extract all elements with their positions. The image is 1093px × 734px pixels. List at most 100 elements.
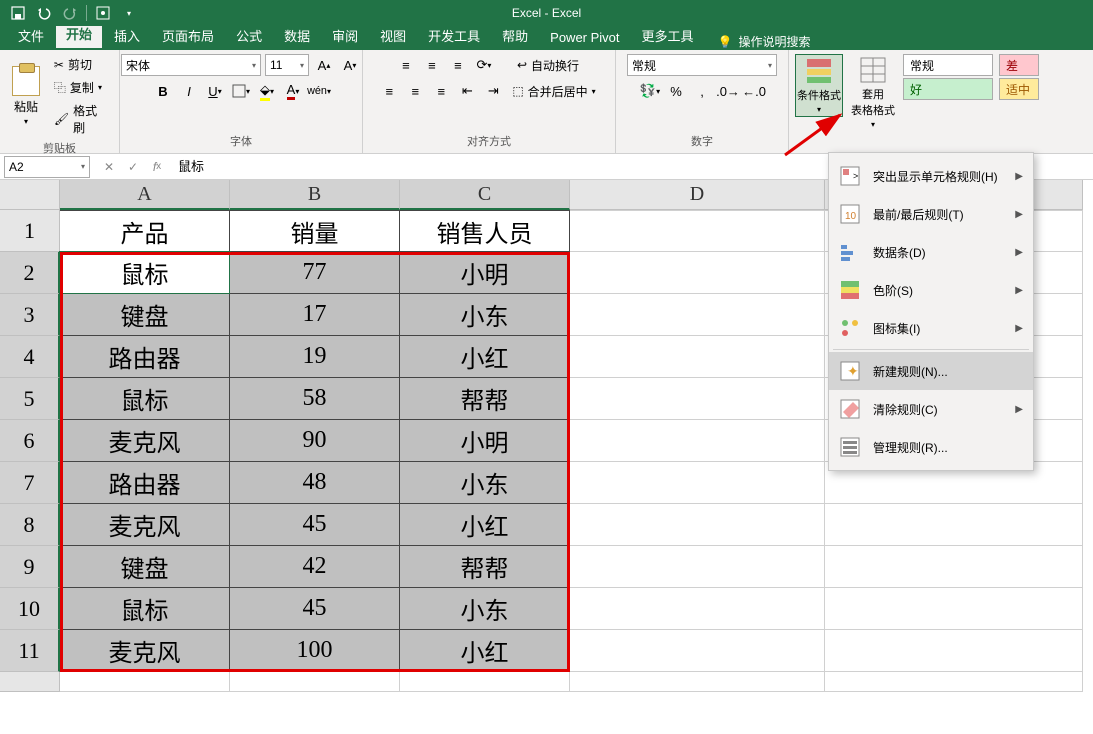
cell-B5[interactable]: 58 (230, 378, 400, 420)
cell-C2[interactable]: 小明 (400, 252, 570, 294)
decrease-indent-button[interactable]: ⇤ (456, 80, 478, 102)
cell-C9[interactable]: 帮帮 (400, 546, 570, 588)
align-top-button[interactable]: ≡ (395, 54, 417, 76)
tab-more[interactable]: 更多工具 (632, 22, 704, 50)
tab-powerpivot[interactable]: Power Pivot (540, 26, 629, 50)
fx-button[interactable]: fx (146, 156, 168, 178)
cell-B11[interactable]: 100 (230, 630, 400, 672)
column-header-D[interactable]: D (570, 180, 825, 210)
increase-font-button[interactable]: A▴ (313, 54, 335, 76)
cell-B8[interactable]: 45 (230, 504, 400, 546)
cell[interactable] (230, 672, 400, 692)
fill-color-button[interactable]: ⬙▾ (256, 80, 278, 102)
accounting-format-button[interactable]: 💱▾ (639, 80, 661, 102)
increase-decimal-button[interactable]: .0→ (717, 80, 739, 102)
wrap-text-button[interactable]: ↩自动换行 (513, 55, 583, 76)
align-left-button[interactable]: ≡ (378, 80, 400, 102)
row-header[interactable]: 4 (0, 336, 60, 378)
row-header[interactable]: 5 (0, 378, 60, 420)
save-button[interactable] (8, 3, 28, 23)
cell-E9[interactable] (825, 546, 1083, 588)
tell-me-search[interactable]: 💡 操作说明搜索 (718, 33, 811, 50)
style-bad[interactable]: 差 (999, 54, 1039, 76)
number-format-combo[interactable]: 常规▾ (627, 54, 777, 76)
border-button[interactable]: ▾ (230, 80, 252, 102)
tab-file[interactable]: 文件 (8, 22, 54, 50)
cell-E11[interactable] (825, 630, 1083, 672)
style-good[interactable]: 好 (903, 78, 993, 100)
menu-item-clear-rules[interactable]: 清除规则(C)▶ (829, 390, 1033, 428)
tab-developer[interactable]: 开发工具 (418, 22, 490, 50)
cell[interactable] (400, 672, 570, 692)
row-header[interactable]: 1 (0, 210, 60, 252)
row-header[interactable]: 8 (0, 504, 60, 546)
format-as-table-button[interactable]: 套用 表格格式 ▾ (849, 54, 897, 131)
undo-button[interactable] (34, 3, 54, 23)
merge-center-button[interactable]: ⬚合并后居中▾ (508, 81, 599, 102)
cell-B4[interactable]: 19 (230, 336, 400, 378)
cell-D2[interactable] (570, 252, 825, 294)
menu-item-highlight-cells[interactable]: >突出显示单元格规则(H)▶ (829, 157, 1033, 195)
menu-item-color-scales[interactable]: 色阶(S)▶ (829, 271, 1033, 309)
font-name-combo[interactable]: 宋体▾ (121, 54, 261, 76)
qat-customize-button[interactable]: ▾ (119, 3, 139, 23)
italic-button[interactable]: I (178, 80, 200, 102)
select-all-corner[interactable] (0, 180, 60, 210)
menu-item-manage-rules[interactable]: 管理规则(R)... (829, 428, 1033, 466)
cell-C3[interactable]: 小东 (400, 294, 570, 336)
row-header[interactable] (0, 672, 60, 692)
column-header-B[interactable]: B (230, 180, 400, 210)
row-header[interactable]: 9 (0, 546, 60, 588)
cell-C6[interactable]: 小明 (400, 420, 570, 462)
cell-D11[interactable] (570, 630, 825, 672)
cell-A9[interactable]: 键盘 (60, 546, 230, 588)
tab-review[interactable]: 审阅 (322, 22, 368, 50)
cell-B1[interactable]: 销量 (230, 210, 400, 252)
font-color-button[interactable]: A▾ (282, 80, 304, 102)
tab-formulas[interactable]: 公式 (226, 22, 272, 50)
underline-button[interactable]: U▾ (204, 80, 226, 102)
cancel-formula-button[interactable]: ✕ (98, 156, 120, 178)
cell-A6[interactable]: 麦克风 (60, 420, 230, 462)
cell-A10[interactable]: 鼠标 (60, 588, 230, 630)
align-bottom-button[interactable]: ≡ (447, 54, 469, 76)
comma-button[interactable]: , (691, 80, 713, 102)
tab-data[interactable]: 数据 (274, 22, 320, 50)
cell-B7[interactable]: 48 (230, 462, 400, 504)
cell-A11[interactable]: 麦克风 (60, 630, 230, 672)
cell-E8[interactable] (825, 504, 1083, 546)
style-neutral[interactable]: 适中 (999, 78, 1039, 100)
cell-A8[interactable]: 麦克风 (60, 504, 230, 546)
phonetic-button[interactable]: wén▾ (308, 80, 330, 102)
tab-view[interactable]: 视图 (370, 22, 416, 50)
cell-A3[interactable]: 键盘 (60, 294, 230, 336)
cell-C5[interactable]: 帮帮 (400, 378, 570, 420)
cell-C10[interactable]: 小东 (400, 588, 570, 630)
cell[interactable] (60, 672, 230, 692)
row-header[interactable]: 11 (0, 630, 60, 672)
align-middle-button[interactable]: ≡ (421, 54, 443, 76)
cell-B10[interactable]: 45 (230, 588, 400, 630)
cut-button[interactable]: ✂剪切 (50, 54, 113, 75)
bold-button[interactable]: B (152, 80, 174, 102)
decrease-decimal-button[interactable]: ←.0 (743, 80, 765, 102)
format-painter-button[interactable]: 🖌格式刷 (50, 100, 113, 138)
cell-A7[interactable]: 路由器 (60, 462, 230, 504)
menu-item-icon-sets[interactable]: 图标集(I)▶ (829, 309, 1033, 347)
cell-D3[interactable] (570, 294, 825, 336)
paste-button[interactable]: 粘贴 ▾ (6, 66, 46, 126)
cell-C8[interactable]: 小红 (400, 504, 570, 546)
cell-C4[interactable]: 小红 (400, 336, 570, 378)
cell[interactable] (570, 672, 825, 692)
cell-E10[interactable] (825, 588, 1083, 630)
cell-C1[interactable]: 销售人员 (400, 210, 570, 252)
cell-B2[interactable]: 77 (230, 252, 400, 294)
copy-button[interactable]: ⿻复制▾ (50, 77, 113, 98)
orientation-button[interactable]: ⟳▾ (473, 54, 495, 76)
align-right-button[interactable]: ≡ (430, 80, 452, 102)
align-center-button[interactable]: ≡ (404, 80, 426, 102)
cell-B9[interactable]: 42 (230, 546, 400, 588)
cell-A4[interactable]: 路由器 (60, 336, 230, 378)
cell-C11[interactable]: 小红 (400, 630, 570, 672)
cell-A1[interactable]: 产品 (60, 210, 230, 252)
